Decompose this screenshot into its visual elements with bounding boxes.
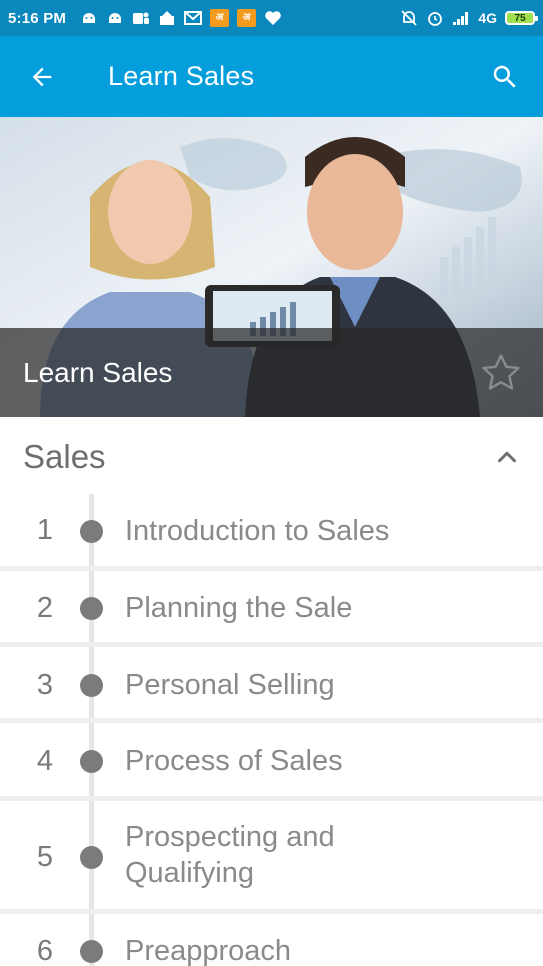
gmail-icon <box>184 10 203 26</box>
app-icon <box>158 10 176 26</box>
lesson-title: Preapproach <box>125 935 292 966</box>
status-bar: 5:16 PM अ अ 4G 75 <box>0 0 543 36</box>
lesson-item[interactable]: 3 Personal Selling <box>0 647 543 718</box>
notification-icons: अ अ <box>80 9 282 27</box>
lesson-number: 4 <box>36 745 54 777</box>
lesson-item[interactable]: 4 Process of Sales <box>0 723 543 796</box>
lesson-item[interactable]: 5 Prospecting and Qualifying <box>0 801 543 909</box>
lesson-item[interactable]: 2 Planning the Sale <box>0 571 543 642</box>
signal-icon <box>452 10 470 26</box>
timeline-dot <box>80 520 103 543</box>
lesson-title: Prospecting and Qualifying <box>125 821 335 889</box>
timeline-dot <box>80 846 103 869</box>
hero-banner: Learn Sales <box>0 117 543 417</box>
collapse-button[interactable] <box>489 439 525 475</box>
lesson-number: 3 <box>36 669 54 701</box>
lesson-item[interactable]: 1 Introduction to Sales <box>0 494 543 566</box>
heart-icon <box>264 10 282 26</box>
back-button[interactable] <box>20 55 64 99</box>
star-outline-icon <box>482 353 520 390</box>
timeline-dot <box>80 674 103 697</box>
app-bar: Learn Sales <box>0 36 543 117</box>
hindi-app-icon: अ <box>210 9 230 27</box>
mute-icon <box>400 10 418 26</box>
lesson-number: 5 <box>36 841 54 873</box>
arrow-left-icon <box>32 67 52 86</box>
page-title: Learn Sales <box>108 61 255 91</box>
timeline-dot <box>80 750 103 773</box>
timeline-dot <box>80 940 103 963</box>
status-time: 5:16 PM <box>8 9 67 27</box>
lesson-item[interactable]: 6 Preapproach <box>0 914 543 966</box>
hero-caption: Learn Sales <box>0 328 543 417</box>
lesson-title: Personal Selling <box>125 669 335 701</box>
lesson-title: Planning the Sale <box>125 592 353 624</box>
network-type: 4G <box>478 10 497 26</box>
chevron-up-icon <box>498 451 516 463</box>
battery-icon: 75 <box>505 11 538 25</box>
battery-level: 75 <box>514 12 526 24</box>
timeline-dot <box>80 597 103 620</box>
lesson-number: 2 <box>36 592 54 624</box>
favorite-button[interactable] <box>479 351 523 395</box>
search-button[interactable] <box>483 55 527 99</box>
alarm-icon <box>426 10 444 26</box>
teams-icon <box>132 10 150 26</box>
android-icon <box>80 10 98 26</box>
section-title: Sales <box>23 438 106 475</box>
hero-title: Learn Sales <box>23 356 173 388</box>
hindi-app-icon: अ <box>237 9 257 27</box>
section-header[interactable]: Sales <box>0 417 543 497</box>
lesson-title: Process of Sales <box>125 745 343 777</box>
lesson-number: 6 <box>36 935 54 966</box>
lesson-title: Introduction to Sales <box>125 515 390 547</box>
android-icon <box>106 10 124 26</box>
lesson-number: 1 <box>36 514 54 546</box>
search-icon <box>493 65 516 88</box>
